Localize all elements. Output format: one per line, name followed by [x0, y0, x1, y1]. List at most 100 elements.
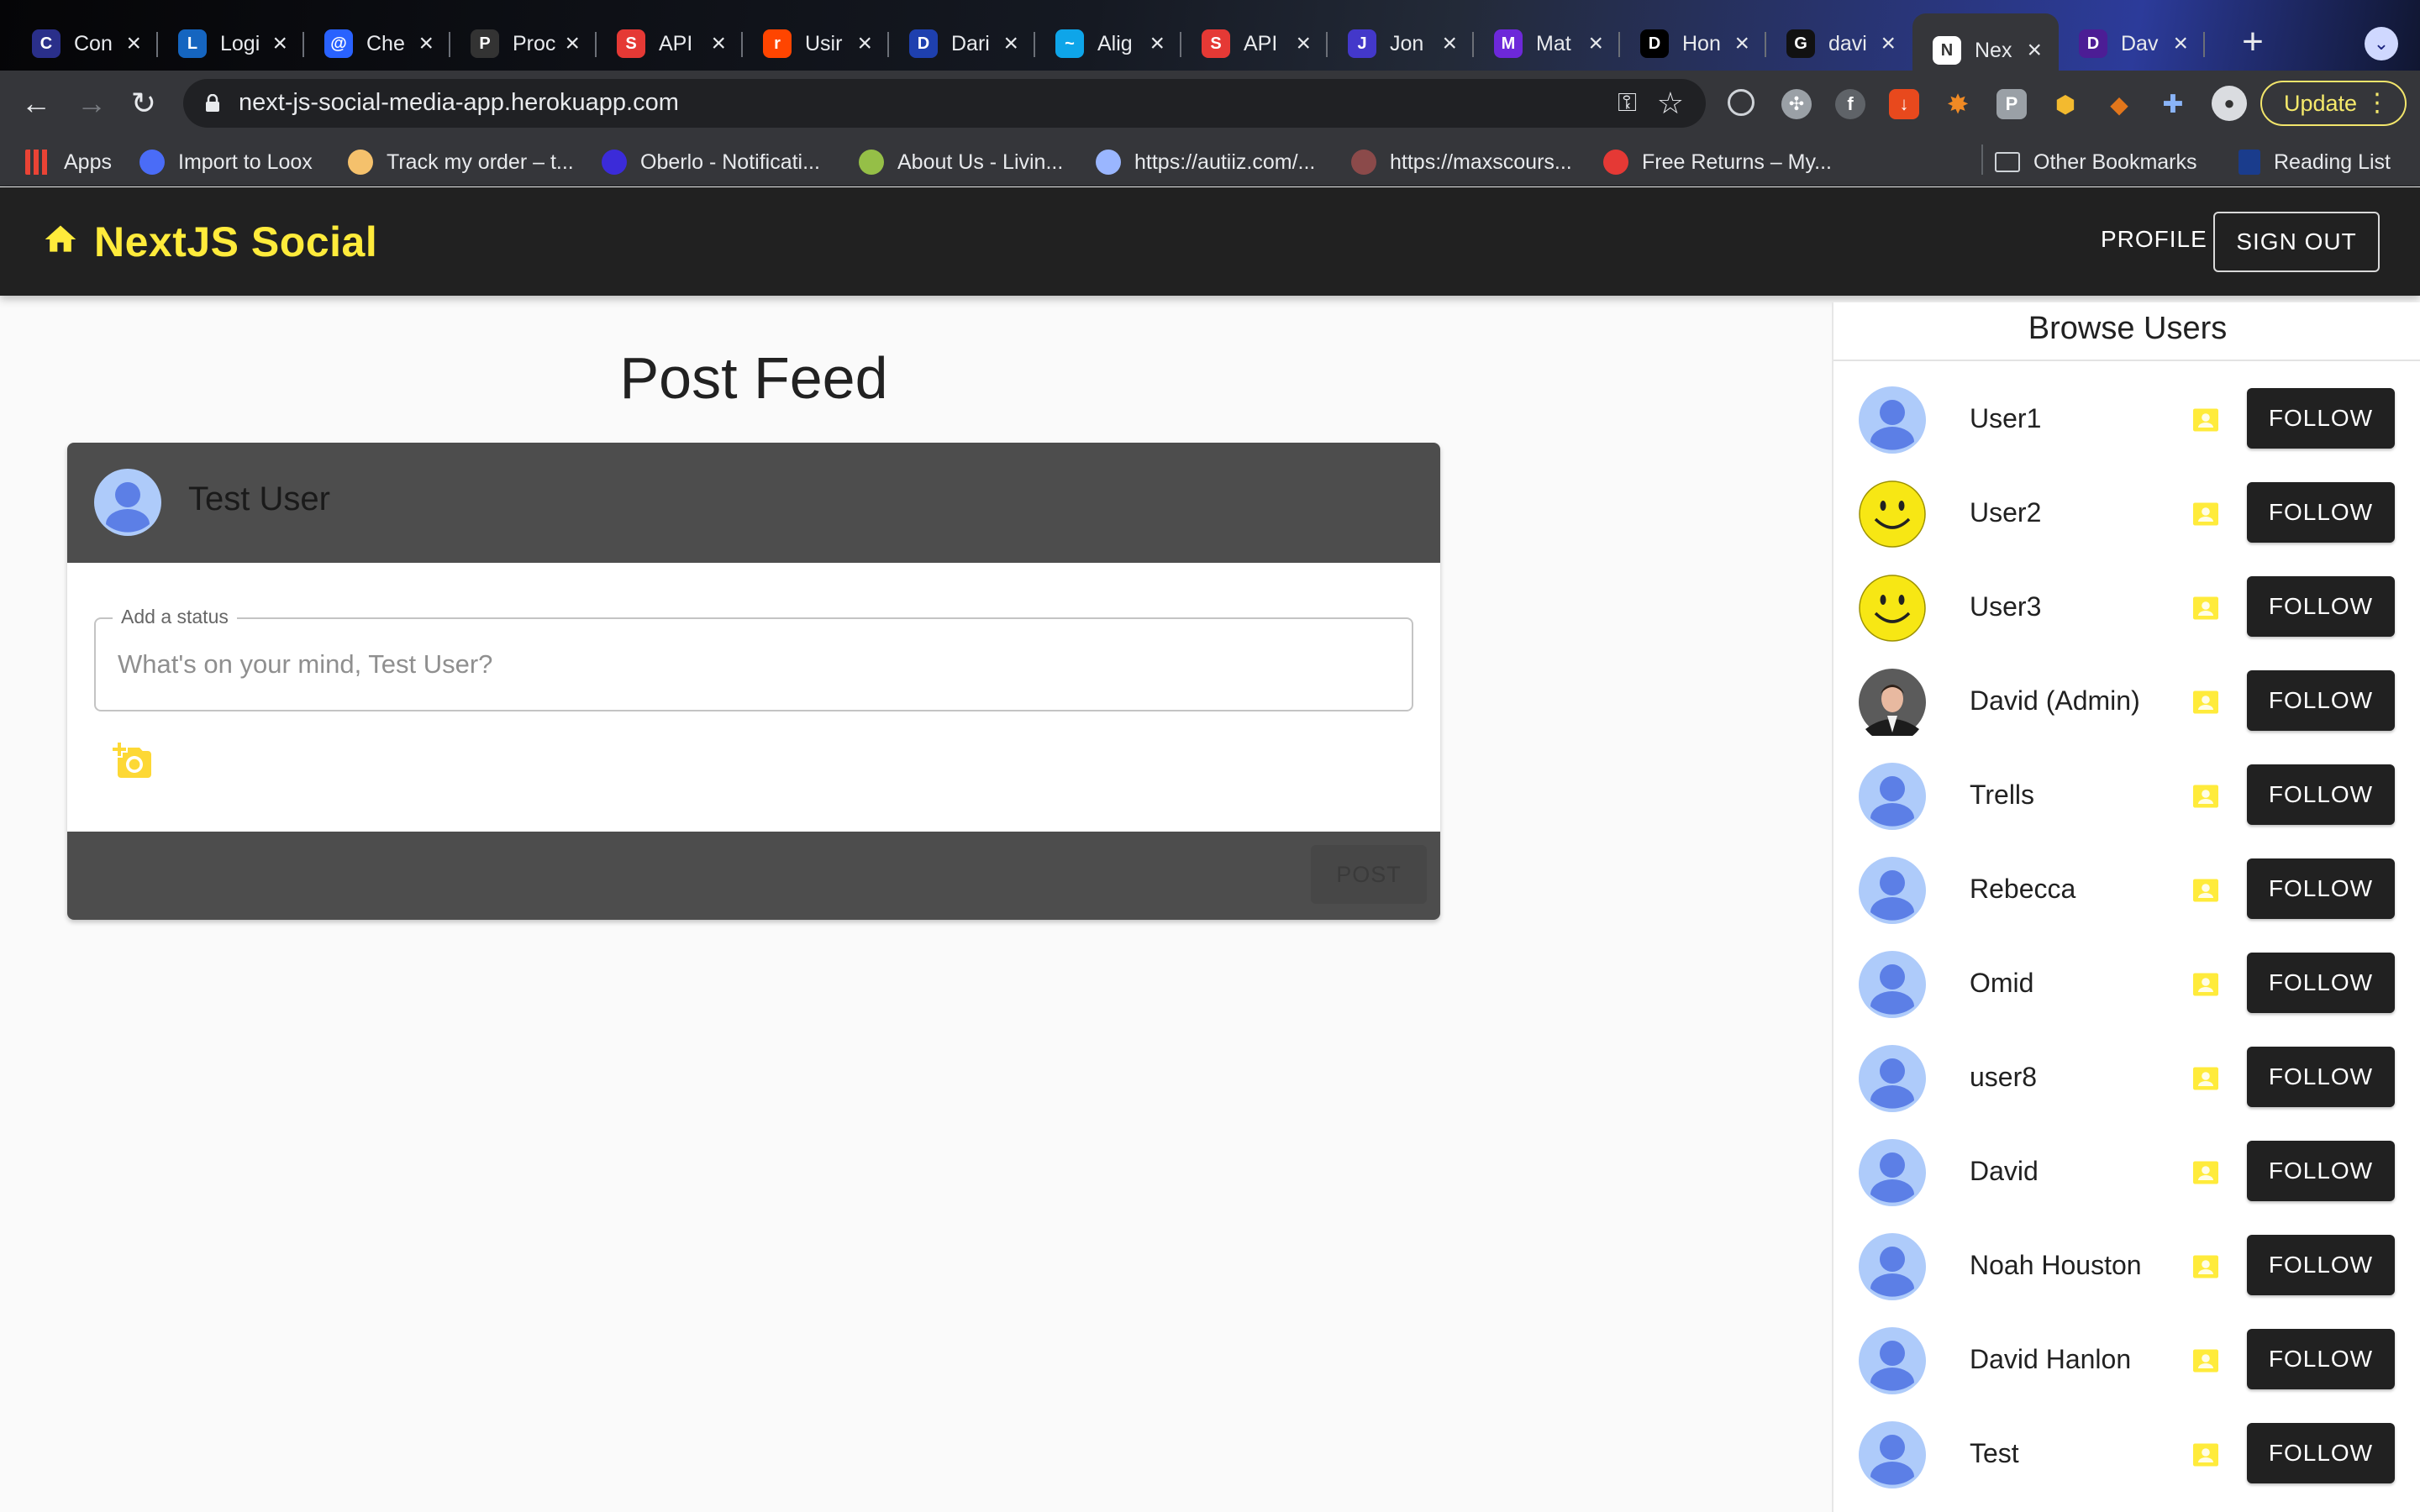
password-key-icon[interactable]: ⚿	[1618, 89, 1637, 118]
browser-tab[interactable]: M Mat ×	[1474, 15, 1620, 72]
browser-tab[interactable]: S API ×	[597, 15, 743, 72]
bookmark-item[interactable]: Track my order – t...	[348, 148, 574, 176]
browser-tab[interactable]: D Dari ×	[889, 15, 1035, 72]
browser-tab[interactable]: P Proc ×	[450, 15, 597, 72]
view-profile-icon[interactable]	[2190, 969, 2222, 1000]
home-icon[interactable]	[42, 221, 79, 258]
tab-title: Dav	[2121, 31, 2159, 55]
browser-tab[interactable]: D Hon ×	[1620, 15, 1766, 72]
tab-close-icon[interactable]: ×	[1150, 31, 1165, 56]
view-profile-icon[interactable]	[2190, 405, 2222, 435]
extension-cube-icon[interactable]: ⬢	[2050, 89, 2081, 119]
post-button[interactable]: POST	[1311, 845, 1427, 904]
other-bookmarks[interactable]: Other Bookmarks	[1995, 148, 2197, 176]
follow-button[interactable]: FOLLOW	[2247, 388, 2395, 449]
menu-dots-icon[interactable]: ⋮	[2365, 82, 2390, 124]
bookmark-item[interactable]: Free Returns – My...	[1603, 148, 1832, 176]
browser-tab[interactable]: J Jon ×	[1328, 15, 1474, 72]
address-bar[interactable]: next-js-social-media-app.herokuapp.com ⚿…	[183, 79, 1706, 128]
extensions-puzzle-icon[interactable]: ✚	[2158, 89, 2188, 119]
status-field[interactable]: Add a status	[94, 606, 1413, 711]
extension-star-icon[interactable]: ✸	[1943, 89, 1973, 119]
tab-close-icon[interactable]: ×	[1881, 31, 1896, 56]
browser-tab[interactable]: Gdavi ×	[1766, 15, 1912, 72]
tab-close-icon[interactable]: ×	[1296, 31, 1311, 56]
add-photo-icon[interactable]	[113, 741, 153, 781]
tab-close-icon[interactable]: ×	[126, 31, 141, 56]
browser-tab[interactable]: L Logi ×	[158, 15, 304, 72]
follow-button[interactable]: FOLLOW	[2247, 953, 2395, 1013]
extension-fox-icon[interactable]: ◆	[2104, 89, 2134, 119]
follow-button[interactable]: FOLLOW	[2247, 1047, 2395, 1107]
tab-close-icon[interactable]: ×	[1442, 31, 1457, 56]
view-profile-icon[interactable]	[2190, 1346, 2222, 1376]
follow-button[interactable]: FOLLOW	[2247, 764, 2395, 825]
view-profile-icon[interactable]	[2190, 687, 2222, 717]
follow-button[interactable]: FOLLOW	[2247, 858, 2395, 919]
extension-p-icon[interactable]: P	[1996, 89, 2027, 119]
track-order-icon	[348, 150, 373, 175]
tab-close-icon[interactable]: ×	[1588, 31, 1603, 56]
extension-target-icon[interactable]	[1728, 89, 1754, 116]
bookmark-item[interactable]: Apps	[25, 148, 112, 176]
view-profile-icon[interactable]	[2190, 1252, 2222, 1282]
reading-list[interactable]: Reading List	[2238, 148, 2391, 176]
extension-globe-icon[interactable]: ✣	[1781, 89, 1812, 119]
view-profile-icon[interactable]	[2190, 593, 2222, 623]
tab-search-icon[interactable]: ⌄	[2365, 27, 2398, 60]
follow-button[interactable]: FOLLOW	[2247, 1329, 2395, 1389]
user-row: User3 FOLLOW	[1833, 575, 2420, 669]
view-profile-icon[interactable]	[2190, 499, 2222, 529]
reading-list-icon	[2238, 150, 2260, 175]
bookmark-item[interactable]: https://autiiz.com/...	[1096, 148, 1315, 176]
bookmark-item[interactable]: Oberlo - Notificati...	[602, 148, 820, 176]
extension-f-icon[interactable]: f	[1835, 89, 1865, 119]
tab-close-icon[interactable]: ×	[711, 31, 726, 56]
browser-tab[interactable]: ~ Alig ×	[1035, 15, 1181, 72]
status-input[interactable]	[118, 649, 1378, 680]
browser-tab[interactable]: @ Che ×	[304, 15, 450, 72]
sign-out-button[interactable]: SIGN OUT	[2213, 212, 2380, 272]
tab-close-icon[interactable]: ×	[1734, 31, 1749, 56]
follow-button[interactable]: FOLLOW	[2247, 576, 2395, 637]
follow-button[interactable]: FOLLOW	[2247, 1235, 2395, 1295]
follow-button[interactable]: FOLLOW	[2247, 482, 2395, 543]
bookmark-item[interactable]: https://maxscours...	[1351, 148, 1572, 176]
tab-title: Nex	[1975, 38, 2012, 62]
view-profile-icon[interactable]	[2190, 1440, 2222, 1470]
browser-tab[interactable]: S API ×	[1181, 15, 1328, 72]
new-tab-icon[interactable]: +	[2233, 24, 2272, 64]
reload-icon[interactable]: ↻	[123, 82, 165, 124]
url-text[interactable]: next-js-social-media-app.herokuapp.com	[239, 89, 679, 117]
user-row: Test FOLLOW	[1833, 1421, 2420, 1512]
bookmark-label: https://maxscours...	[1390, 150, 1572, 174]
bookmark-star-icon[interactable]: ☆	[1657, 86, 1684, 121]
tab-close-icon[interactable]: ×	[2173, 31, 2188, 56]
tab-close-icon[interactable]: ×	[1003, 31, 1018, 56]
bookmark-item[interactable]: Import to Loox	[139, 148, 313, 176]
view-profile-icon[interactable]	[2190, 875, 2222, 906]
tab-title: davi	[1828, 31, 1867, 55]
follow-button[interactable]: FOLLOW	[2247, 670, 2395, 731]
view-profile-icon[interactable]	[2190, 1158, 2222, 1188]
bookmark-item[interactable]: About Us - Livin...	[859, 148, 1063, 176]
tab-close-icon[interactable]: ×	[2027, 38, 2042, 63]
forward-icon[interactable]: →	[71, 82, 113, 124]
view-profile-icon[interactable]	[2190, 1063, 2222, 1094]
tab-close-icon[interactable]: ×	[272, 31, 287, 56]
view-profile-icon[interactable]	[2190, 781, 2222, 811]
profile-link[interactable]: PROFILE	[2101, 226, 2207, 253]
tab-close-icon[interactable]: ×	[418, 31, 434, 56]
follow-button[interactable]: FOLLOW	[2247, 1423, 2395, 1483]
browser-tab[interactable]: D Dav ×	[2059, 15, 2205, 72]
app-brand-title[interactable]: NextJS Social	[94, 218, 377, 266]
profile-avatar-icon[interactable]: ●	[2212, 86, 2247, 121]
browser-tab[interactable]: r Usir ×	[743, 15, 889, 72]
tab-close-icon[interactable]: ×	[565, 31, 580, 56]
browser-tab[interactable]: C Con ×	[12, 15, 158, 72]
tab-close-icon[interactable]: ×	[857, 31, 872, 56]
follow-button[interactable]: FOLLOW	[2247, 1141, 2395, 1201]
extension-download-icon[interactable]: ↓	[1889, 89, 1919, 119]
back-icon[interactable]: ←	[15, 82, 57, 124]
update-button[interactable]: Update ⋮	[2260, 81, 2407, 126]
